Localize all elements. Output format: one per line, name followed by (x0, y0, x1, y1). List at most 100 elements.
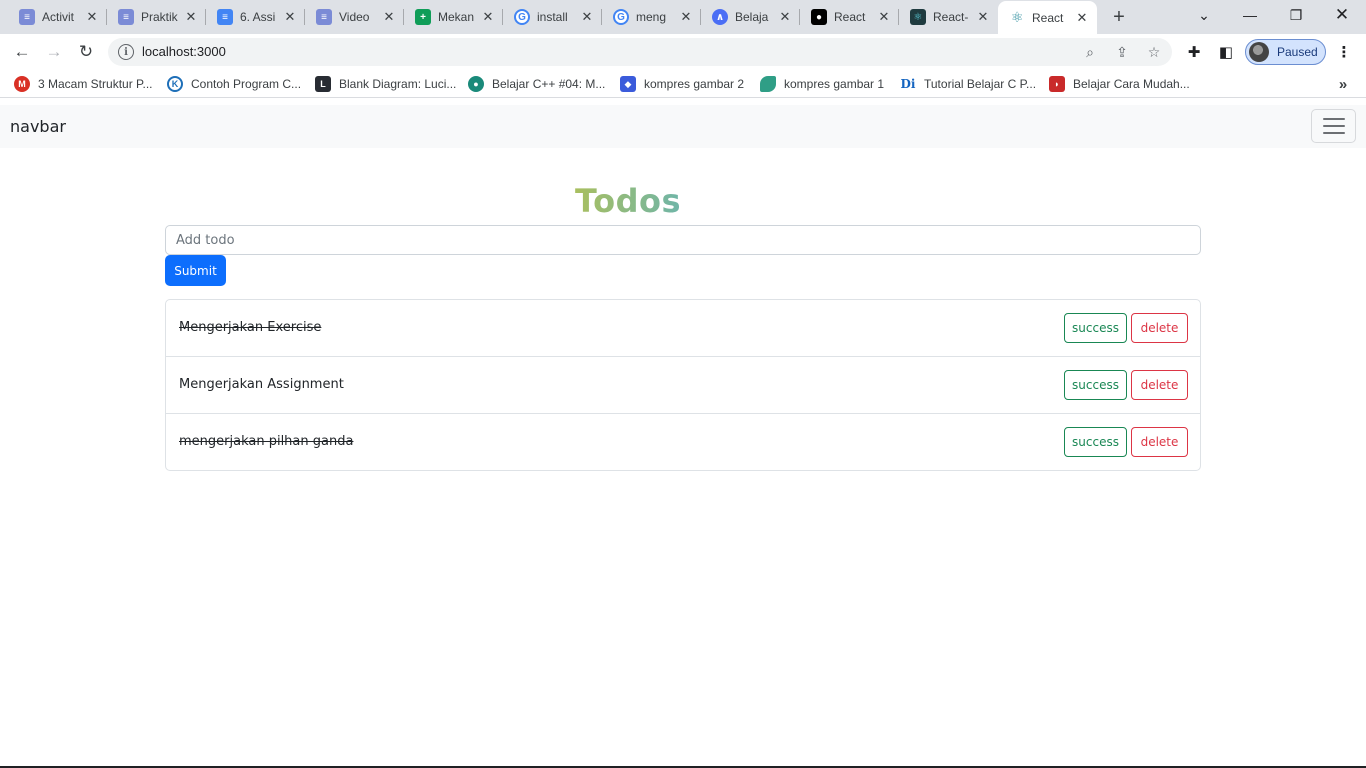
url-text[interactable]: localhost:3000 (142, 44, 226, 59)
google-icon: G (514, 9, 530, 25)
google-sheets-icon: + (415, 9, 431, 25)
close-icon[interactable]: ✕ (380, 8, 398, 26)
md-icon: M (14, 76, 30, 92)
browser-tab[interactable]: ≡ Praktik ✕ (107, 0, 206, 34)
side-panel-icon[interactable]: ◧ (1216, 42, 1236, 62)
close-icon[interactable]: ✕ (578, 8, 596, 26)
delete-button[interactable]: delete (1131, 313, 1188, 343)
browser-tab[interactable]: ⚛ React- ✕ (899, 0, 998, 34)
extensions-icon[interactable]: ✚ (1184, 42, 1204, 62)
hamburger-icon-bar (1322, 118, 1345, 120)
bookmark-label: Belajar C++ #04: M... (492, 77, 606, 91)
leaf-icon (760, 76, 776, 92)
site-info-icon[interactable]: i (118, 44, 134, 60)
page-title-text: Todos (575, 182, 681, 220)
page-viewport: navbar Todos Submit Mengerjakan Exercise… (0, 99, 1366, 768)
close-icon[interactable]: ✕ (479, 8, 497, 26)
close-icon[interactable]: ✕ (281, 8, 299, 26)
forward-icon[interactable]: → (40, 38, 68, 66)
browser-tab-active[interactable]: ⚛ React ✕ (998, 1, 1097, 34)
browser-tab[interactable]: G install ✕ (503, 0, 602, 34)
di-icon: Di (900, 77, 916, 91)
todo-text: Mengerjakan Assignment (179, 377, 344, 392)
window-close-icon[interactable]: ✕ (1319, 0, 1365, 30)
bookmark-label: Tutorial Belajar C P... (924, 77, 1037, 91)
browser-tab[interactable]: G meng ✕ (602, 0, 701, 34)
close-icon[interactable]: ✕ (974, 8, 992, 26)
restore-icon[interactable]: ❐ (1273, 0, 1319, 30)
bookmark-star-icon[interactable]: ☆ (1144, 43, 1164, 61)
close-icon[interactable]: ✕ (83, 8, 101, 26)
browser-toolbar: ← → ↻ i localhost:3000 ⌕ ⇪ ☆ ✚ ◧ Paused … (0, 34, 1366, 70)
profile-button[interactable]: Paused (1245, 39, 1326, 65)
todo-text: Mengerjakan Exercise (179, 320, 322, 335)
close-icon[interactable]: ✕ (875, 8, 893, 26)
tab-title: install (537, 10, 568, 24)
menu-kebab-icon[interactable]: ⋮ (1334, 42, 1354, 62)
tab-title: React (834, 10, 866, 24)
minimize-icon[interactable]: — (1227, 0, 1273, 30)
browser-tab[interactable]: ● React ✕ (800, 0, 899, 34)
zoom-icon[interactable]: ⌕ (1080, 43, 1100, 61)
activity-icon: ≡ (19, 9, 35, 25)
tab-title: Belaja (735, 10, 769, 24)
todo-item: Mengerjakan Assignment success delete (165, 356, 1201, 414)
dicoding-icon: ≡ (118, 9, 134, 25)
bookmark-item[interactable]: kompres gambar 1 (760, 76, 884, 92)
hamburger-icon-bar (1322, 132, 1345, 134)
delete-button[interactable]: delete (1131, 427, 1188, 457)
tab-title: 6. Assi (240, 10, 276, 24)
tab-title: Mekan (438, 10, 475, 24)
bookmarks-overflow-icon[interactable]: » (1334, 75, 1352, 93)
close-icon[interactable]: ✕ (776, 8, 794, 26)
dicoding-icon: ≡ (316, 9, 332, 25)
petani-kode-icon: ● (468, 76, 484, 92)
browser-tab[interactable]: ≡ Video ✕ (305, 0, 404, 34)
address-bar[interactable]: i localhost:3000 ⌕ ⇪ ☆ (108, 38, 1172, 66)
k-icon: K (167, 76, 183, 92)
navbar-toggler-button[interactable] (1311, 109, 1356, 143)
profile-status: Paused (1277, 45, 1318, 59)
bookmark-item[interactable]: ◆ kompres gambar 2 (620, 76, 744, 92)
delete-button[interactable]: delete (1131, 370, 1188, 400)
bookmark-label: kompres gambar 2 (644, 77, 745, 91)
google-docs-icon: ≡ (217, 9, 233, 25)
browser-tab[interactable]: + Mekan ✕ (404, 0, 503, 34)
todo-text: mengerjakan pilhan ganda (179, 434, 354, 449)
back-icon[interactable]: ← (8, 38, 36, 66)
belajar-icon: ∧ (712, 9, 728, 25)
compress-icon: ◆ (620, 76, 636, 92)
bookmark-item[interactable]: M 3 Macam Struktur P... (14, 76, 153, 92)
browser-tab[interactable]: ≡ 6. Assi ✕ (206, 0, 305, 34)
bookmark-item[interactable]: ● Belajar C++ #04: M... (468, 76, 605, 92)
close-icon[interactable]: ✕ (182, 8, 200, 26)
browser-tab[interactable]: ≡ Activit ✕ (8, 0, 107, 34)
flag-icon: ◗ (1049, 76, 1065, 92)
bookmark-item[interactable]: Di Tutorial Belajar C P... (900, 76, 1037, 92)
share-icon[interactable]: ⇪ (1112, 43, 1132, 61)
bookmarks-bar: M 3 Macam Struktur P... K Contoh Program… (0, 70, 1366, 98)
add-todo-input[interactable] (165, 225, 1201, 255)
reload-icon[interactable]: ↻ (72, 38, 100, 66)
browser-tab[interactable]: ∧ Belaja ✕ (701, 0, 800, 34)
tab-title: Video (339, 10, 370, 24)
tab-title: Praktik (141, 10, 178, 24)
tab-search-icon[interactable]: ⌄ (1181, 0, 1227, 30)
success-button[interactable]: success (1064, 313, 1127, 343)
app-navbar: navbar (0, 105, 1366, 148)
tab-title: React (1032, 10, 1064, 25)
new-tab-button[interactable]: + (1106, 5, 1132, 29)
bookmark-item[interactable]: K Contoh Program C... (167, 76, 301, 92)
avatar (1249, 42, 1269, 62)
submit-button[interactable]: Submit (165, 255, 226, 286)
medium-icon: ● (811, 9, 827, 25)
bookmark-label: 3 Macam Struktur P... (38, 77, 153, 91)
bookmark-item[interactable]: L Blank Diagram: Luci... (315, 76, 456, 92)
success-button[interactable]: success (1064, 370, 1127, 400)
close-icon[interactable]: ✕ (1073, 9, 1091, 27)
close-icon[interactable]: ✕ (677, 8, 695, 26)
navbar-brand[interactable]: navbar (10, 117, 66, 136)
bookmark-item[interactable]: ◗ Belajar Cara Mudah... (1049, 76, 1190, 92)
lucid-icon: L (315, 76, 331, 92)
success-button[interactable]: success (1064, 427, 1127, 457)
